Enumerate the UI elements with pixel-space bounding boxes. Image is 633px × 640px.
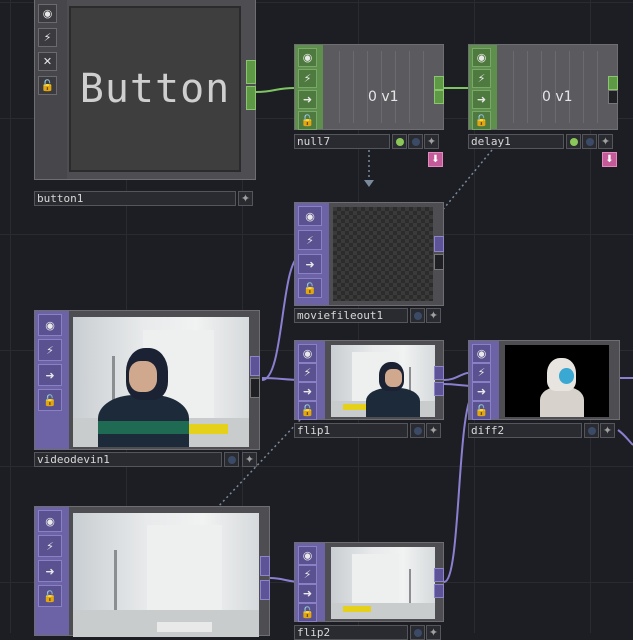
node-label[interactable]: videodevin1 bbox=[34, 452, 222, 467]
cook-icon[interactable]: ➜ bbox=[472, 382, 491, 401]
lock-icon[interactable]: 🔓 bbox=[472, 111, 491, 130]
active-indicator[interactable] bbox=[410, 423, 425, 438]
lock-icon[interactable]: 🔓 bbox=[38, 585, 62, 607]
output-port[interactable] bbox=[250, 378, 260, 398]
node-button1[interactable]: ◉ ⚡ ✕ 🔓 Button button1 ✦ bbox=[34, 0, 260, 208]
output-port[interactable] bbox=[246, 60, 256, 84]
plus-icon[interactable]: ✦ bbox=[426, 308, 441, 323]
output-port[interactable] bbox=[250, 356, 260, 376]
output-port[interactable] bbox=[246, 86, 256, 110]
lock-icon[interactable]: 🔓 bbox=[298, 401, 317, 420]
channel-value: 0 v1 bbox=[368, 89, 399, 105]
moviefileout-viewer[interactable] bbox=[333, 207, 433, 301]
button-viewer[interactable]: Button bbox=[69, 6, 241, 172]
video-viewer[interactable] bbox=[73, 513, 259, 637]
flip-viewer[interactable] bbox=[331, 345, 435, 417]
active-indicator[interactable] bbox=[584, 423, 599, 438]
output-port[interactable] bbox=[434, 382, 444, 396]
plus-icon[interactable]: ✦ bbox=[598, 134, 613, 149]
node-null7[interactable]: ◉ ⚡ ➜ 🔓 0 v1 null7 ✦ ⬇ bbox=[294, 44, 448, 174]
active-indicator[interactable] bbox=[408, 134, 423, 149]
cook-icon[interactable]: ➜ bbox=[298, 90, 317, 109]
output-port[interactable] bbox=[434, 584, 444, 598]
arrow-down-icon[interactable]: ⬇ bbox=[602, 152, 617, 167]
node-videodevin1[interactable]: ◉ ⚡ ➜ 🔓 videodevin1 ✦ bbox=[34, 310, 262, 470]
viewer-icon[interactable]: ◉ bbox=[472, 344, 491, 363]
bypass-icon[interactable]: ⚡ bbox=[298, 565, 317, 584]
video-viewer[interactable] bbox=[73, 317, 249, 447]
diff-viewer[interactable] bbox=[505, 345, 609, 417]
bypass-icon[interactable]: ⚡ bbox=[298, 230, 322, 250]
output-port[interactable] bbox=[434, 236, 444, 252]
cook-icon[interactable]: ➜ bbox=[298, 254, 322, 274]
output-port[interactable] bbox=[434, 76, 444, 90]
viewer-icon[interactable]: ◉ bbox=[38, 314, 62, 336]
lock-icon[interactable]: 🔓 bbox=[38, 389, 62, 411]
viewer-icon[interactable]: ◉ bbox=[298, 344, 317, 363]
cook-icon[interactable]: ➜ bbox=[472, 90, 491, 109]
plus-icon[interactable]: ✦ bbox=[238, 191, 253, 206]
active-indicator[interactable] bbox=[582, 134, 597, 149]
viewer-icon[interactable]: ◉ bbox=[38, 510, 62, 532]
output-port[interactable] bbox=[434, 254, 444, 270]
cook-icon[interactable]: ➜ bbox=[38, 364, 62, 386]
plus-icon[interactable]: ✦ bbox=[424, 134, 439, 149]
node-diff2[interactable]: ◉ ⚡ ➜ 🔓 diff2 ✦ bbox=[468, 340, 633, 442]
plus-icon[interactable]: ✦ bbox=[242, 452, 257, 467]
node-flip2[interactable]: ◉ ⚡ ➜ 🔓 flip2 ✦ bbox=[294, 542, 448, 640]
cook-icon[interactable]: ➜ bbox=[298, 382, 317, 401]
output-port[interactable] bbox=[434, 90, 444, 104]
output-port[interactable] bbox=[434, 568, 444, 582]
viewer-icon[interactable]: ◉ bbox=[472, 48, 491, 67]
node-label[interactable]: null7 bbox=[294, 134, 390, 149]
viewer-icon[interactable]: ◉ bbox=[298, 546, 317, 565]
active-indicator[interactable] bbox=[410, 308, 425, 323]
bypass-icon[interactable]: ⚡ bbox=[298, 69, 317, 88]
wire-button1-null7 bbox=[255, 87, 296, 93]
active-indicator[interactable] bbox=[224, 452, 239, 467]
cook-indicator[interactable] bbox=[566, 134, 581, 149]
cook-icon[interactable]: ➜ bbox=[298, 584, 317, 603]
viewer-icon[interactable]: ◉ bbox=[298, 206, 322, 226]
output-port[interactable] bbox=[608, 90, 618, 104]
lock-icon[interactable]: 🔓 bbox=[298, 111, 317, 130]
node-delay1[interactable]: ◉ ⚡ ➜ 🔓 0 v1 delay1 ✦ ⬇ bbox=[468, 44, 622, 174]
node-label[interactable]: diff2 bbox=[468, 423, 582, 438]
node-video-source[interactable]: ◉ ⚡ ➜ 🔓 bbox=[34, 506, 272, 637]
flip-viewer[interactable] bbox=[331, 547, 435, 619]
bypass-icon[interactable]: ⚡ bbox=[472, 363, 491, 382]
lock-icon[interactable]: 🔓 bbox=[298, 278, 322, 298]
viewer-icon[interactable]: ◉ bbox=[38, 4, 57, 23]
node-label[interactable]: flip1 bbox=[294, 423, 408, 438]
button-display-text: Button bbox=[79, 66, 231, 112]
node-moviefileout1[interactable]: ◉ ⚡ ➜ 🔓 moviefileout1 ✦ bbox=[294, 202, 448, 326]
viewer-icon[interactable]: ◉ bbox=[298, 48, 317, 67]
plus-icon[interactable]: ✦ bbox=[600, 423, 615, 438]
bypass-icon[interactable]: ⚡ bbox=[38, 339, 62, 361]
node-label[interactable]: delay1 bbox=[468, 134, 564, 149]
bypass-icon[interactable]: ⚡ bbox=[38, 535, 62, 557]
lock-icon[interactable]: 🔓 bbox=[38, 76, 57, 95]
node-flip1[interactable]: ◉ ⚡ ➜ 🔓 flip1 ✦ bbox=[294, 340, 448, 442]
cook-indicator[interactable] bbox=[392, 134, 407, 149]
lock-icon[interactable]: 🔓 bbox=[298, 603, 317, 622]
output-port[interactable] bbox=[434, 366, 444, 380]
node-label[interactable]: moviefileout1 bbox=[294, 308, 408, 323]
close-icon[interactable]: ✕ bbox=[38, 52, 57, 71]
arrow-down-icon[interactable]: ⬇ bbox=[428, 152, 443, 167]
lock-icon[interactable]: 🔓 bbox=[472, 401, 491, 420]
node-label[interactable]: button1 bbox=[34, 191, 236, 206]
bypass-icon[interactable]: ⚡ bbox=[472, 69, 491, 88]
plus-icon[interactable]: ✦ bbox=[426, 423, 441, 438]
bypass-icon[interactable]: ⚡ bbox=[298, 363, 317, 382]
output-port[interactable] bbox=[260, 580, 270, 600]
cook-icon[interactable]: ➜ bbox=[38, 560, 62, 582]
output-port[interactable] bbox=[260, 556, 270, 576]
bypass-icon[interactable]: ⚡ bbox=[38, 28, 57, 47]
channel-value: 0 v1 bbox=[542, 89, 573, 105]
output-port[interactable] bbox=[608, 76, 618, 90]
